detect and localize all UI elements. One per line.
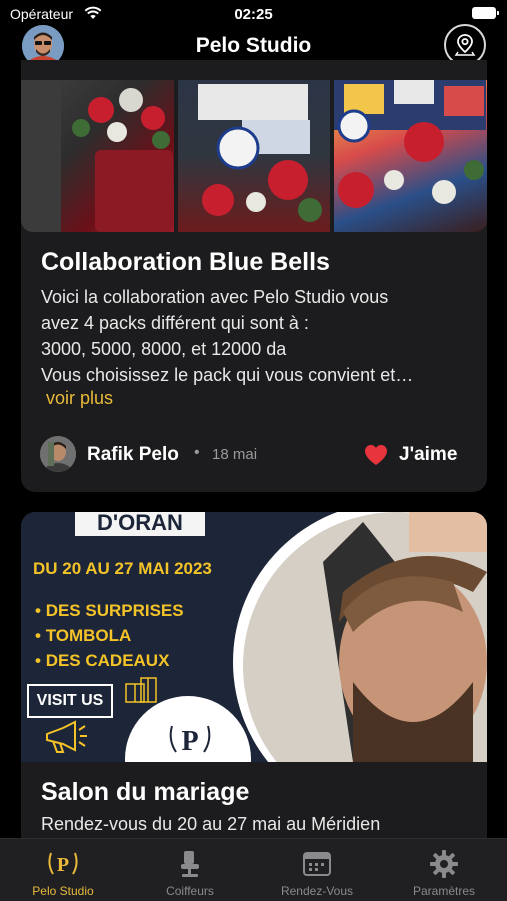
logo-icon-letter: P [57, 854, 69, 876]
clock-label: 02:25 [234, 6, 273, 23]
like-button[interactable]: J'aime [363, 442, 457, 468]
post-gallery[interactable] [21, 80, 487, 232]
banner-list-item: TOMBOLA [35, 623, 184, 648]
post-body: Rendez-vous du 20 au 27 mai au Méridien [41, 814, 381, 834]
post-photo[interactable] [334, 80, 487, 232]
tab-pelo-studio[interactable]: P Pelo Studio [0, 839, 126, 901]
banner-title: D'ORAN [75, 512, 205, 536]
barber-chair-icon [181, 851, 199, 877]
tab-parametres[interactable]: Paramètres [381, 839, 507, 901]
author-avatar[interactable] [40, 436, 76, 472]
barber-portrait-image [233, 512, 487, 762]
flower-bouquet-image [334, 80, 487, 208]
see-more-link[interactable]: voir plus [46, 388, 113, 409]
gear-icon [430, 850, 458, 878]
post-card[interactable]: Collaboration Blue Bells Voici la collab… [21, 60, 487, 492]
calendar-icon [303, 852, 331, 876]
banner-list-item: DES SURPRISES [35, 598, 184, 623]
post-card[interactable]: D'ORAN DU 20 AU 27 MAI 2023 DES SURPRISE… [21, 512, 487, 872]
visit-us-badge: VISIT US [27, 684, 113, 718]
post-photo[interactable] [177, 80, 331, 232]
salon-logo-letter: P [181, 726, 198, 757]
heart-icon [365, 445, 387, 465]
page-title: Pelo Studio [195, 34, 312, 57]
post-photo[interactable] [21, 80, 174, 232]
author-name[interactable]: Rafik Pelo [87, 444, 179, 466]
banner-list: DES SURPRISES TOMBOLA DES CADEAUX [35, 598, 184, 673]
status-bar: Opérateur 02:25 [0, 0, 507, 28]
flower-box-image [21, 80, 173, 232]
event-banner[interactable]: D'ORAN DU 20 AU 27 MAI 2023 DES SURPRISE… [21, 512, 487, 762]
post-title: Collaboration Blue Bells [41, 248, 330, 276]
salon-logo-icon: P [169, 725, 211, 757]
tab-rendez-vous[interactable]: Rendez-Vous [254, 839, 380, 901]
banner-dates: DU 20 AU 27 MAI 2023 [33, 559, 212, 578]
post-title: Salon du mariage [41, 778, 250, 806]
post-body-line: Voici la collaboration avec Pelo Studio … [41, 287, 389, 307]
map-pin-icon [454, 34, 476, 56]
post-body-line: avez 4 packs différent qui sont à : [41, 313, 309, 333]
flower-sign-image [197, 84, 322, 222]
post-date: 18 mai [212, 446, 258, 463]
logo-icon: P [48, 852, 78, 876]
gift-icon [125, 677, 157, 703]
battery-icon [472, 7, 499, 19]
tab-label: Paramètres [412, 884, 476, 898]
author-photo-icon [40, 436, 76, 472]
tab-label: Rendez-Vous [280, 884, 354, 898]
tab-label: Pelo Studio [32, 884, 94, 898]
meta-separator: • [194, 444, 200, 461]
post-body-line: 3000, 5000, 8000, et 12000 da [41, 339, 287, 359]
post-body: Voici la collaboration avec Pelo Studio … [41, 284, 481, 388]
tab-label: Coiffeurs [166, 884, 214, 898]
tab-bar: P Pelo Studio Coiffeurs Rendez-Vous Para… [0, 838, 507, 901]
like-label: J'aime [399, 444, 458, 465]
megaphone-icon [46, 720, 87, 753]
post-body-line: Vous choisissez le pack qui vous convien… [41, 365, 414, 385]
banner-list-item: DES CADEAUX [35, 648, 184, 673]
tab-coiffeurs[interactable]: Coiffeurs [127, 839, 253, 901]
